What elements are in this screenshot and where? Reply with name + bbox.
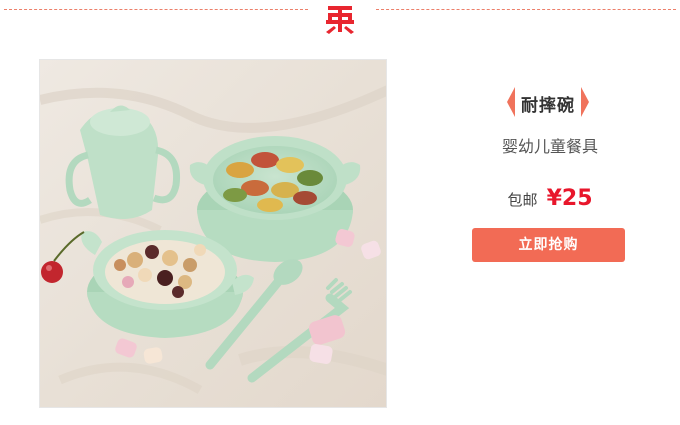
product-tag: 耐摔碗: [507, 84, 589, 120]
header-divider-right: [376, 9, 676, 10]
price-value: ¥25: [546, 186, 593, 211]
product-tag-label: 耐摔碗: [521, 96, 575, 116]
brand-logo-icon: [320, 0, 360, 38]
product-subtitle: 婴幼儿童餐具: [501, 137, 598, 156]
free-shipping-label: 包邮: [507, 191, 538, 209]
tag-right-arrow-icon: [581, 87, 589, 117]
price-row: 包邮 ¥25: [470, 186, 630, 211]
buy-now-button[interactable]: 立即抢购: [472, 228, 625, 262]
header-divider-left: [4, 9, 308, 10]
product-photo[interactable]: [39, 59, 387, 408]
